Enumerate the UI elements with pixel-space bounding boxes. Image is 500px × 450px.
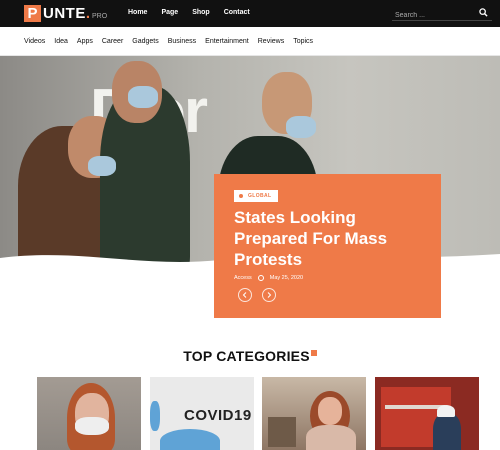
search-icon[interactable]	[479, 8, 488, 17]
person-center-mask	[128, 86, 158, 108]
tile2-glove	[160, 429, 220, 450]
post-date: May 25, 2020	[269, 275, 304, 281]
section-title-text: TOP CATEGORIES	[183, 348, 310, 364]
category-tile-woman-home[interactable]	[262, 377, 366, 450]
person-right-mask	[286, 116, 316, 138]
logo-name: UNTE	[43, 4, 86, 22]
chevron-left-icon	[242, 292, 247, 298]
header-bar: P UNTE . PRO Home Page Shop Contact	[0, 0, 500, 27]
main-nav: Home Page Shop Contact	[128, 9, 264, 16]
post-author[interactable]: Access	[234, 275, 252, 281]
category-bar: Videos Idea Apps Career Gadgets Business…	[0, 27, 500, 56]
tile4-worker	[433, 413, 461, 450]
site-logo[interactable]: P UNTE . PRO	[24, 4, 107, 22]
nav-item-page[interactable]: Page	[161, 9, 178, 16]
logo-suffix: PRO	[92, 12, 108, 20]
clock-icon	[257, 275, 264, 281]
category-item-idea[interactable]: Idea	[54, 38, 68, 45]
logo-dot: .	[85, 4, 91, 22]
post-title[interactable]: States Looking Prepared For Mass Protest…	[234, 207, 434, 270]
category-item-entertainment[interactable]: Entertainment	[205, 38, 249, 45]
tile4-frame	[385, 405, 445, 409]
nav-item-contact[interactable]: Contact	[224, 9, 250, 16]
category-badge[interactable]: GLOBAL	[234, 190, 278, 202]
search-input[interactable]	[392, 7, 472, 24]
accent-square-icon	[310, 350, 317, 356]
badge-label: GLOBAL	[248, 193, 272, 199]
tile4-helmet	[437, 405, 455, 417]
category-item-topics[interactable]: Topics	[293, 38, 313, 45]
category-item-apps[interactable]: Apps	[77, 38, 93, 45]
category-item-videos[interactable]: Videos	[24, 38, 45, 45]
tile2-sign-text: COVID19	[184, 407, 252, 424]
nav-item-shop[interactable]: Shop	[192, 9, 210, 16]
badge-dot-icon	[239, 194, 243, 198]
category-nav: Videos Idea Apps Career Gadgets Business…	[24, 38, 322, 45]
search-box	[392, 4, 492, 24]
tile3-shelf	[268, 417, 296, 447]
slider-next-button[interactable]	[262, 288, 276, 302]
category-item-career[interactable]: Career	[102, 38, 123, 45]
category-item-business[interactable]: Business	[168, 38, 196, 45]
tile2-glove-left	[150, 401, 160, 431]
person-left-mask	[88, 156, 116, 176]
chevron-right-icon	[267, 292, 272, 298]
category-item-gadgets[interactable]: Gadgets	[132, 38, 158, 45]
tile3-body	[306, 425, 356, 450]
tile1-mask	[75, 417, 109, 435]
slider-prev-button[interactable]	[238, 288, 252, 302]
category-item-reviews[interactable]: Reviews	[258, 38, 284, 45]
post-meta: Access May 25, 2020	[234, 275, 303, 281]
category-tile-woman-mask[interactable]	[37, 377, 141, 450]
featured-post-card[interactable]: GLOBAL States Looking Prepared For Mass …	[214, 174, 441, 318]
category-tile-workers[interactable]	[375, 377, 479, 450]
nav-item-home[interactable]: Home	[128, 9, 147, 16]
logo-letter: P	[24, 4, 41, 22]
section-title: TOP CATEGORIES	[0, 348, 500, 364]
tile3-face	[318, 397, 342, 425]
category-tile-covid19[interactable]: COVID19	[150, 377, 254, 450]
